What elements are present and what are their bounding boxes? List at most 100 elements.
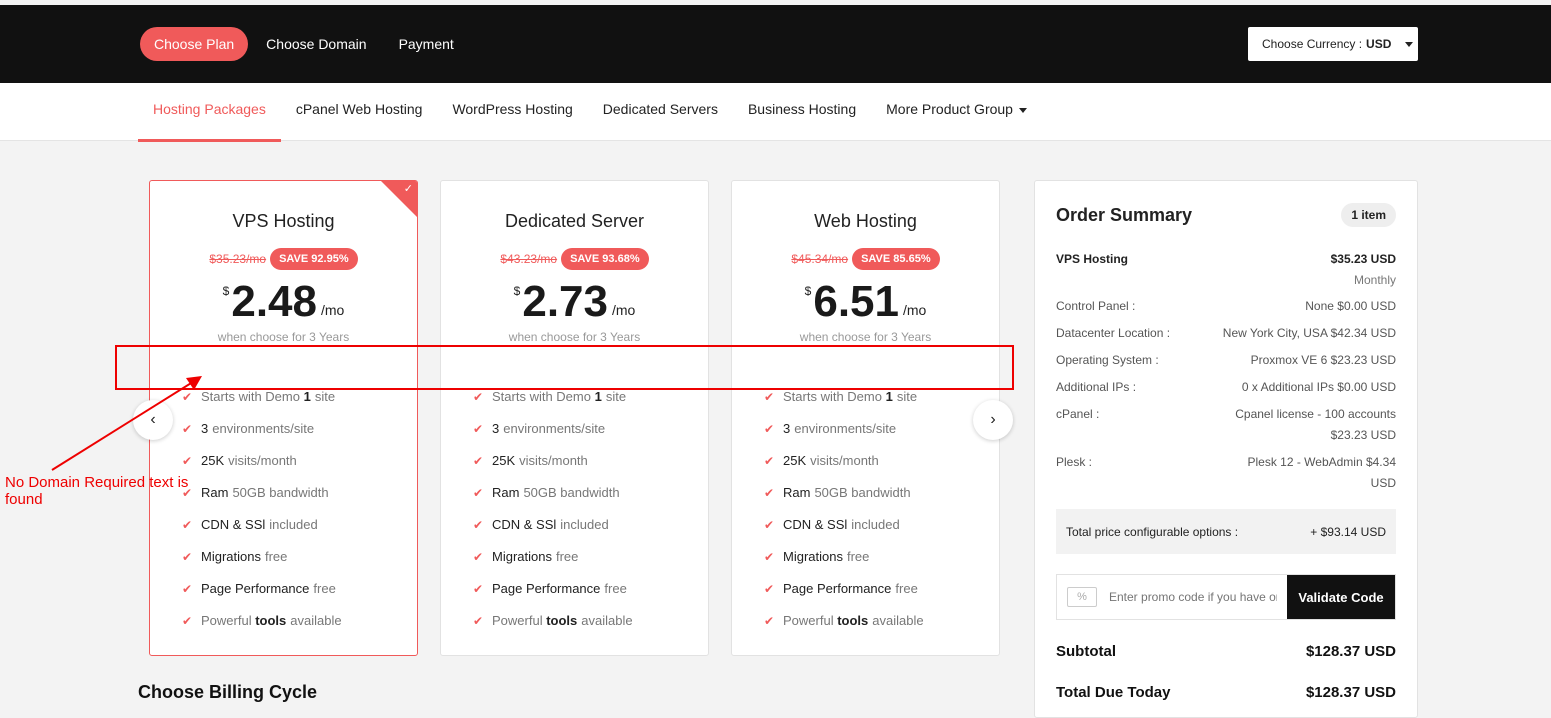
top-bar: Choose Plan Choose Domain Payment Choose…: [0, 5, 1551, 83]
option-label: Additional IPs :: [1056, 380, 1137, 394]
tab-cpanel-web-hosting[interactable]: cPanel Web Hosting: [281, 83, 438, 141]
tab-wordpress-hosting[interactable]: WordPress Hosting: [437, 83, 587, 141]
feature-highlight: Ram: [492, 485, 520, 500]
plan-old-price: $45.34/mo: [791, 252, 849, 266]
plan-name: Web Hosting: [814, 211, 917, 231]
option-label: Control Panel :: [1056, 299, 1136, 313]
promo-code-input[interactable]: [1109, 590, 1277, 604]
feature-item: ✔ Powerful tools available: [182, 613, 342, 645]
subtotal-value: $128.37 USD: [1305, 643, 1396, 660]
feature-text: visits/month: [519, 453, 588, 468]
check-icon: ✔: [764, 582, 775, 596]
coupon-icon: %: [1067, 587, 1097, 607]
feature-text: free: [555, 549, 579, 564]
feature-highlight: Migrations: [783, 549, 843, 564]
carousel-prev-button[interactable]: ‹: [133, 400, 173, 440]
feature-item: ✔ CDN & SSl included: [182, 517, 342, 549]
plan-price: 6.51: [813, 277, 899, 326]
more-product-group-label: More Product Group: [886, 101, 1013, 117]
feature-text: environments/site: [503, 421, 606, 436]
feature-list: ✔ Starts with Demo 1 site ✔ 3 environments/si…: [182, 389, 342, 645]
chevron-down-icon: [1018, 107, 1027, 113]
check-icon: ✔: [764, 422, 775, 436]
feature-highlight: tools: [837, 613, 869, 628]
currency-symbol: $: [222, 284, 230, 298]
feature-item: ✔ Starts with Demo 1 site: [764, 389, 924, 421]
feature-highlight: 3: [201, 421, 209, 436]
plan-old-price: $35.23/mo: [209, 252, 267, 266]
check-icon: ✔: [182, 454, 193, 468]
tab-dedicated-servers[interactable]: Dedicated Servers: [588, 83, 733, 141]
feature-item: ✔ CDN & SSl included: [764, 517, 924, 549]
subtotal-label: Subtotal: [1056, 643, 1116, 660]
summary-product-cycle: Monthly: [1353, 273, 1396, 287]
plan-card[interactable]: Web Hosting $45.34/mo SAVE 85.65% $6.51/mo w…: [731, 180, 1000, 656]
check-icon: ✔: [764, 454, 775, 468]
item-count-badge: 1 item: [1341, 203, 1396, 227]
product-group-tabs: Hosting Packages cPanel Web Hosting Word…: [0, 83, 1551, 142]
feature-item: ✔ Migrations free: [182, 549, 342, 581]
option-value: Proxmox VE 6 $23.23 USD: [1250, 353, 1396, 367]
feature-highlight: 25K: [492, 453, 516, 468]
order-summary-title: Order Summary: [1056, 205, 1193, 225]
feature-highlight: 25K: [201, 453, 225, 468]
total-options-value: + $93.14 USD: [1310, 524, 1386, 539]
tab-business-hosting[interactable]: Business Hosting: [733, 83, 871, 141]
step-choose-domain[interactable]: Choose Domain: [252, 27, 380, 61]
save-badge: SAVE 93.68%: [561, 248, 649, 270]
total-due-row: Total Due Today $128.37 USD: [1056, 684, 1396, 701]
currency-symbol: $: [804, 284, 812, 298]
feature-text: visits/month: [228, 453, 297, 468]
check-icon: ✔: [182, 582, 193, 596]
check-icon: ✔: [473, 614, 484, 628]
check-icon: ✔: [182, 550, 193, 564]
save-badge: SAVE 92.95%: [270, 248, 358, 270]
carousel-next-button[interactable]: ›: [973, 400, 1013, 440]
feature-item: ✔ 25K visits/month: [473, 453, 633, 485]
feature-text: available: [290, 613, 342, 628]
feature-item: ✔ 3 environments/site: [182, 421, 342, 453]
feature-highlight: Migrations: [492, 549, 552, 564]
check-icon: ✔: [473, 454, 484, 468]
option-label: Operating System :: [1056, 353, 1159, 367]
tab-hosting-packages[interactable]: Hosting Packages: [138, 83, 281, 142]
feature-highlight: CDN & SSl: [783, 517, 848, 532]
plan-name: Dedicated Server: [504, 211, 645, 231]
feature-text: visits/month: [810, 453, 879, 468]
feature-text: 50GB bandwidth: [232, 485, 329, 500]
feature-text: free: [604, 581, 627, 596]
feature-text: site: [605, 389, 627, 404]
feature-item: ✔ Page Performance free: [473, 581, 633, 613]
feature-text: available: [872, 613, 924, 628]
feature-highlight: tools: [546, 613, 578, 628]
check-icon: ✔: [764, 550, 775, 564]
check-icon: ✔: [473, 486, 484, 500]
check-icon: ✔: [764, 486, 775, 500]
feature-text: available: [581, 613, 633, 628]
validate-code-button[interactable]: Validate Code: [1287, 575, 1395, 619]
feature-item: ✔ Ram 50GB bandwidth: [473, 485, 633, 517]
feature-item: ✔ CDN & SSl included: [473, 517, 633, 549]
currency-symbol: $: [513, 284, 521, 298]
feature-highlight: CDN & SSl: [492, 517, 557, 532]
step-choose-plan[interactable]: Choose Plan: [140, 27, 249, 61]
tab-more-product-group[interactable]: More Product Group: [871, 83, 1042, 141]
feature-list: ✔ Starts with Demo 1 site ✔ 3 environments/si…: [764, 389, 924, 645]
summary-option-row: cPanel : Cpanel license - 100 accounts $…: [1056, 404, 1396, 446]
currency-select[interactable]: Choose Currency : USD: [1248, 27, 1418, 61]
feature-text: Starts with Demo: [783, 389, 882, 404]
feature-item: ✔ Starts with Demo 1 site: [182, 389, 342, 421]
price-term-note: when choose for 3 Years: [799, 330, 932, 344]
feature-highlight: CDN & SSl: [201, 517, 266, 532]
option-value: New York City, USA $42.34 USD: [1222, 326, 1396, 340]
plan-old-price: $43.23/mo: [500, 252, 558, 266]
check-icon: ✔: [473, 422, 484, 436]
step-payment[interactable]: Payment: [385, 27, 468, 61]
total-due-value: $128.37 USD: [1305, 684, 1396, 701]
plan-card[interactable]: Dedicated Server $43.23/mo SAVE 93.68% $2.7…: [440, 180, 709, 656]
plan-card[interactable]: ✓ VPS Hosting $35.23/mo SAVE 92.95% $2.48/mo…: [149, 180, 418, 656]
feature-text: environments/site: [794, 421, 897, 436]
feature-item: ✔ Powerful tools available: [764, 613, 924, 645]
feature-highlight: 3: [492, 421, 500, 436]
save-badge: SAVE 85.65%: [852, 248, 940, 270]
